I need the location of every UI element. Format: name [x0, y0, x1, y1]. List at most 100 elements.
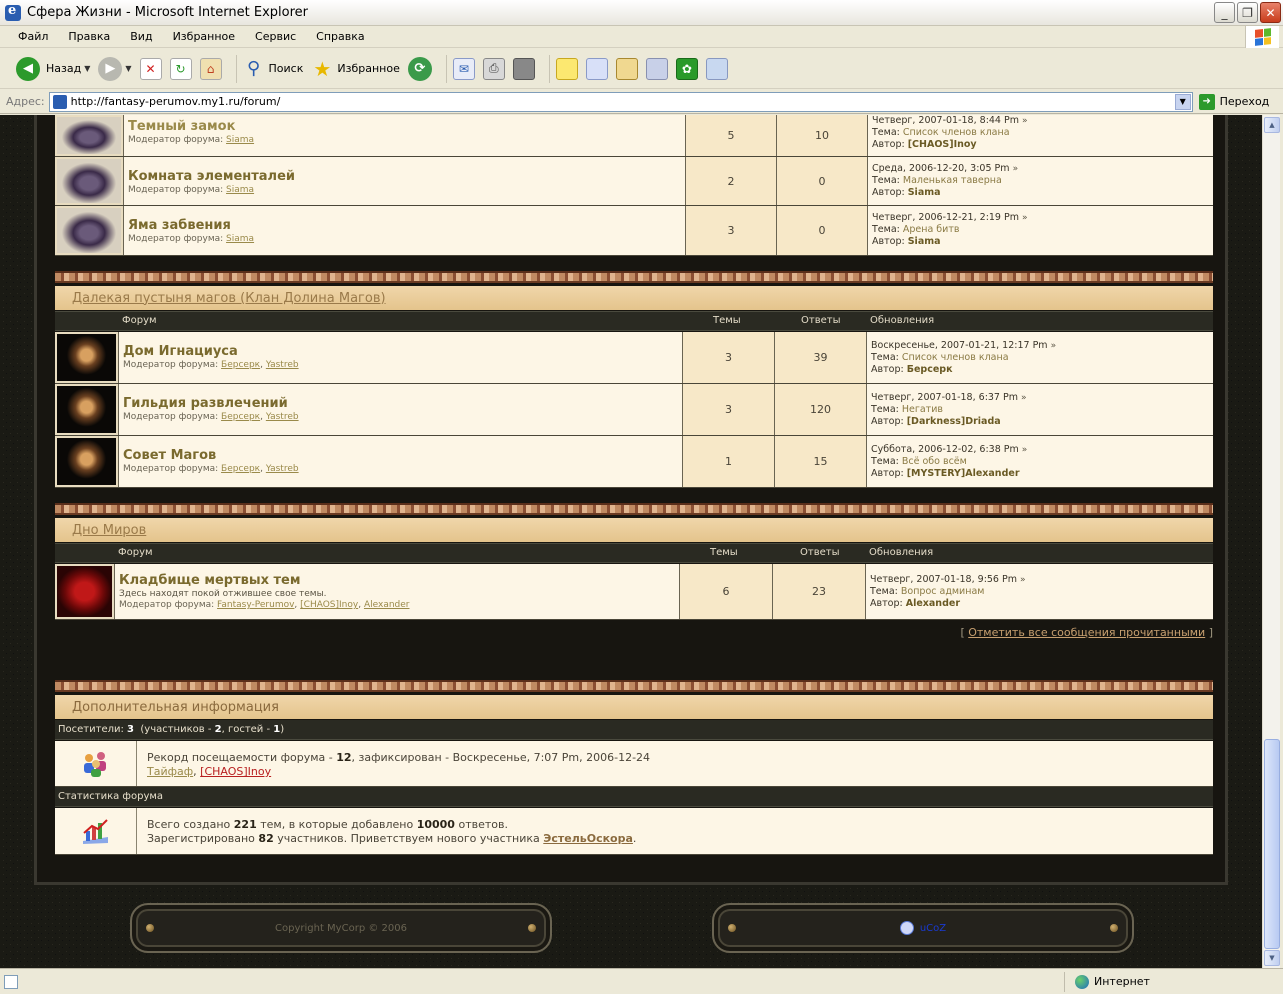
forum-cell: Кладбище мертвых тем Здесь находят покой…	[114, 564, 679, 619]
category-link[interactable]: Далекая пустыня магов (Клан Долина Магов…	[72, 291, 386, 306]
moderator-link[interactable]: Берсерк	[221, 360, 260, 370]
forum-link[interactable]: Дом Игнациуса	[123, 344, 678, 359]
topic-link[interactable]: Вопрос админам	[901, 586, 985, 597]
scroll-down-icon[interactable]: ▼	[1264, 950, 1280, 966]
topic-link[interactable]: Негатив	[902, 404, 943, 415]
user-link[interactable]: Тайфаф	[147, 765, 193, 778]
moderator-link[interactable]: Yastreb	[266, 464, 299, 474]
moderator-link[interactable]: Siama	[226, 135, 254, 145]
go-button[interactable]: ➜ Переход	[1198, 93, 1269, 110]
author-link[interactable]: Siama	[908, 236, 941, 247]
zone-label: Интернет	[1094, 975, 1150, 988]
refresh-icon[interactable]: ↻	[169, 57, 192, 80]
search-button[interactable]: ⚲ Поиск	[243, 58, 303, 80]
user-link[interactable]: [CHAOS]Inoy	[200, 765, 271, 778]
forward-dropdown-icon[interactable]: ▼	[125, 64, 131, 73]
topic-link[interactable]: Арена битв	[903, 224, 960, 235]
forum-row: Темный замок Модератор форума: Siama 5 1…	[55, 115, 1213, 157]
forward-button[interactable]: ▶ ▼	[98, 56, 132, 81]
author-link[interactable]: [MYSTERY]Alexander	[907, 468, 1020, 479]
menu-help[interactable]: Справка	[316, 30, 364, 43]
vertical-scrollbar[interactable]: ▲ ▼	[1262, 115, 1280, 968]
research-icon[interactable]	[645, 57, 668, 80]
topic-link[interactable]: Список членов клана	[902, 352, 1009, 363]
category-link[interactable]: Дно Миров	[72, 523, 146, 538]
moderator-link[interactable]: Yastreb	[266, 360, 299, 370]
close-button[interactable]: ✕	[1260, 2, 1281, 23]
forum-link[interactable]: Совет Магов	[123, 448, 678, 463]
moderator-link[interactable]: Fantasy-Perumov	[217, 600, 294, 610]
forum-description: Здесь находят покой отжившее свое темы.	[119, 589, 327, 599]
back-button[interactable]: ◀ Назад ▼	[16, 56, 90, 81]
author-link[interactable]: Берсерк	[907, 364, 953, 375]
icq-icon[interactable]: ✿	[675, 57, 698, 80]
ucoz-link[interactable]: uCoZ	[899, 921, 946, 935]
messenger-icon[interactable]	[585, 57, 608, 80]
address-url[interactable]: http://fantasy-perumov.my1.ru/forum/	[71, 95, 281, 108]
topics-count: 3	[682, 332, 774, 383]
forum-link[interactable]: Гильдия развлечений	[123, 396, 678, 411]
mark-all-read-link[interactable]: Отметить все сообщения прочитанными	[968, 626, 1205, 639]
goto-last-post-icon[interactable]: »	[1021, 393, 1027, 403]
search-icon: ⚲	[246, 58, 261, 79]
moderator-link[interactable]: Siama	[226, 234, 254, 244]
author-link[interactable]: Siama	[908, 187, 941, 198]
goto-last-post-icon[interactable]: »	[1013, 164, 1019, 174]
stats-text: Всего создано 221 тем, в которые добавле…	[147, 818, 637, 845]
address-input[interactable]: http://fantasy-perumov.my1.ru/forum/ ▼	[48, 91, 1193, 112]
author-link[interactable]: [CHAOS]Inoy	[908, 139, 977, 150]
goto-last-post-icon[interactable]: »	[1022, 116, 1028, 126]
menu-file[interactable]: Файл	[18, 30, 48, 43]
replies-count: 39	[774, 332, 866, 383]
forum-link[interactable]: Яма забвения	[128, 218, 681, 233]
menu-tools[interactable]: Сервис	[255, 30, 296, 43]
scroll-up-icon[interactable]: ▲	[1264, 117, 1280, 133]
moderator-link[interactable]: [CHAOS]Inoy	[300, 600, 358, 610]
status-bar: Интернет	[0, 968, 1283, 994]
menu-view[interactable]: Вид	[130, 30, 152, 43]
col-updates: Обновления	[869, 547, 934, 558]
address-dropdown-icon[interactable]: ▼	[1174, 93, 1191, 110]
back-dropdown-icon[interactable]: ▼	[84, 64, 90, 73]
tool-icon[interactable]	[615, 57, 638, 80]
author-link[interactable]: [Darkness]Driada	[907, 416, 1001, 427]
goto-last-post-icon[interactable]: »	[1051, 341, 1057, 351]
stop-icon[interactable]: ✕	[139, 57, 162, 80]
forum-icon	[55, 332, 118, 383]
moderator-link[interactable]: Siama	[226, 185, 254, 195]
forum-row: Комната элементалей Модератор форума: Si…	[55, 157, 1213, 206]
forum-link[interactable]: Кладбище мертвых тем	[119, 573, 675, 588]
menu-edit[interactable]: Правка	[68, 30, 110, 43]
menu-favorites[interactable]: Избранное	[173, 30, 235, 43]
forum-link[interactable]: Темный замок	[128, 119, 681, 134]
favorites-button[interactable]: ★ Избранное	[311, 57, 399, 81]
moderator-link[interactable]: Берсерк	[221, 464, 260, 474]
author-link[interactable]: Alexander	[906, 598, 960, 609]
home-icon[interactable]: ⌂	[199, 57, 222, 80]
ie-icon	[5, 3, 21, 21]
moderator-link[interactable]: Alexander	[364, 600, 410, 610]
forum-icon	[55, 384, 118, 435]
topic-link[interactable]: Список членов клана	[903, 127, 1010, 138]
topic-link[interactable]: Всё обо всём	[902, 456, 967, 467]
minimize-button[interactable]: _	[1214, 2, 1235, 23]
contacts-icon[interactable]	[705, 57, 728, 80]
history-icon[interactable]: ⟳	[407, 56, 432, 81]
topic-link[interactable]: Маленькая таверна	[903, 175, 1002, 186]
mail-icon[interactable]: ✉	[452, 57, 475, 80]
scroll-thumb[interactable]	[1264, 739, 1280, 949]
newest-member-link[interactable]: ЭстельОскора	[543, 832, 633, 845]
goto-last-post-icon[interactable]: »	[1022, 445, 1028, 455]
edit-icon[interactable]	[512, 57, 535, 80]
forum-link[interactable]: Комната элементалей	[128, 169, 681, 184]
moderator-link[interactable]: Yastreb	[266, 412, 299, 422]
goto-last-post-icon[interactable]: »	[1022, 213, 1028, 223]
note-icon[interactable]	[555, 57, 578, 80]
maximize-button[interactable]: ❐	[1237, 2, 1258, 23]
forum-cell: Темный замок Модератор форума: Siama	[123, 115, 685, 156]
print-icon[interactable]: ⎙	[482, 57, 505, 80]
last-update: Четверг, 2006-12-21, 2:19 Pm » Тема: Аре…	[867, 206, 1213, 255]
goto-last-post-icon[interactable]: »	[1020, 575, 1026, 585]
moderator-link[interactable]: Берсерк	[221, 412, 260, 422]
info-title: Дополнительная информация	[72, 699, 279, 715]
